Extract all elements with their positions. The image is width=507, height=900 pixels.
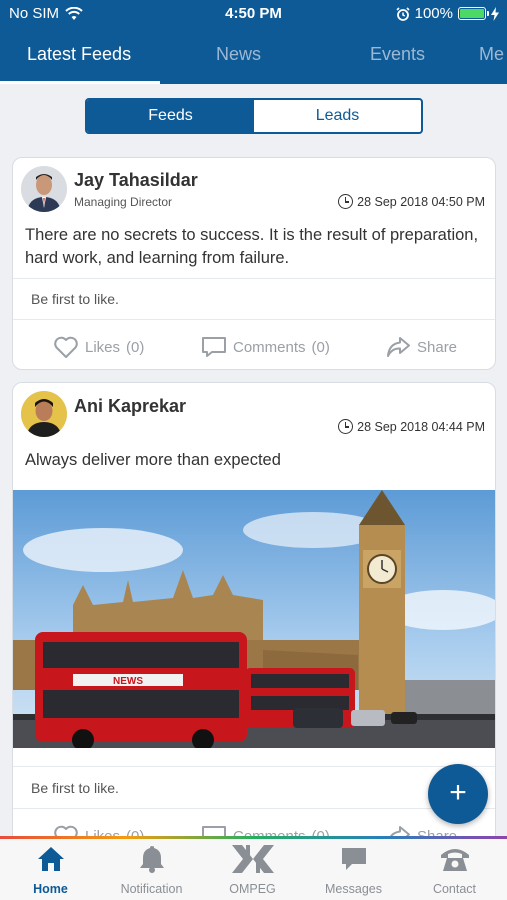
divider xyxy=(13,766,495,767)
share-button[interactable]: Share xyxy=(385,322,458,369)
status-bar-right: 100% xyxy=(396,5,499,22)
like-button[interactable]: Likes (0) xyxy=(53,322,145,369)
alarm-icon xyxy=(396,6,410,21)
like-prompt: Be first to like. xyxy=(31,291,119,307)
author-role: Managing Director xyxy=(74,195,173,209)
author-name[interactable]: Jay Tahasildar xyxy=(74,170,198,191)
charging-bolt-icon xyxy=(491,6,499,21)
add-post-button[interactable]: + xyxy=(428,764,488,824)
share-label: Share xyxy=(417,338,458,356)
top-tab-bar: Latest Feeds News Events Me xyxy=(0,28,507,84)
divider xyxy=(13,808,495,809)
author-photo xyxy=(21,166,67,212)
avatar[interactable] xyxy=(21,166,67,212)
timestamp-text: 28 Sep 2018 04:44 PM xyxy=(357,419,485,434)
clock-icon xyxy=(338,419,354,434)
color-stripe xyxy=(0,836,507,839)
likes-label: Likes xyxy=(85,338,121,356)
tab-more[interactable]: Me xyxy=(479,28,504,84)
london-photo: NEWS xyxy=(13,490,495,748)
comment-icon xyxy=(202,337,226,357)
feed-post-card: Jay Tahasildar Managing Director 28 Sep … xyxy=(12,157,496,370)
battery-icon xyxy=(458,7,489,20)
heart-icon xyxy=(54,336,78,358)
tab-news[interactable]: News xyxy=(216,28,261,84)
like-prompt: Be first to like. xyxy=(31,780,119,796)
active-tab-indicator xyxy=(0,81,160,84)
avatar[interactable] xyxy=(21,391,67,437)
ompeg-logo-icon xyxy=(231,845,274,873)
divider xyxy=(13,278,495,279)
nav-messages[interactable]: Messages xyxy=(303,842,404,896)
divider xyxy=(13,319,495,320)
segment-leads[interactable]: Leads xyxy=(254,100,421,132)
comment-button[interactable]: Comments (0) xyxy=(201,322,330,369)
post-timestamp: 28 Sep 2018 04:50 PM xyxy=(338,194,485,209)
tab-events[interactable]: Events xyxy=(370,28,425,84)
bottom-navigation: Home Notification OMPEG Messages Contact xyxy=(0,836,507,900)
nav-home[interactable]: Home xyxy=(0,842,101,896)
nav-label: Contact xyxy=(432,882,477,896)
nav-ompeg[interactable]: OMPEG xyxy=(202,842,303,896)
nav-label: Notification xyxy=(120,882,183,896)
battery-percent: 100% xyxy=(414,5,453,22)
nav-label: Messages xyxy=(325,882,382,896)
nav-contact[interactable]: Contact xyxy=(404,842,505,896)
phone-icon xyxy=(440,849,469,871)
post-timestamp: 28 Sep 2018 04:44 PM xyxy=(338,419,485,434)
tab-latest-feeds[interactable]: Latest Feeds xyxy=(27,28,131,84)
post-text: Always deliver more than expected xyxy=(25,451,281,469)
nav-label: Home xyxy=(33,882,68,896)
author-name[interactable]: Ani Kaprekar xyxy=(74,396,186,417)
segment-feeds[interactable]: Feeds xyxy=(87,100,254,132)
nav-notification[interactable]: Notification xyxy=(101,842,202,896)
nav-label: OMPEG xyxy=(229,882,276,896)
post-image[interactable]: NEWS xyxy=(13,490,495,748)
feed-post-card: Ani Kaprekar 28 Sep 2018 04:44 PM Always… xyxy=(12,382,496,862)
timestamp-text: 28 Sep 2018 04:50 PM xyxy=(357,194,485,209)
feeds-leads-segmented-control: Feeds Leads xyxy=(85,98,423,134)
comments-label: Comments xyxy=(233,338,306,356)
post-actions: Likes (0) Comments (0) Share xyxy=(13,322,495,369)
post-text: There are no secrets to success. It is t… xyxy=(25,226,479,267)
home-icon xyxy=(37,847,64,871)
status-bar: No SIM 4:50 PM 100% xyxy=(0,0,507,28)
share-icon xyxy=(387,337,410,357)
clock-icon xyxy=(338,194,354,209)
comments-count: (0) xyxy=(311,338,330,356)
bell-icon xyxy=(139,846,164,873)
plus-icon: + xyxy=(449,776,467,809)
likes-count: (0) xyxy=(126,338,145,356)
chat-bubble-icon xyxy=(341,848,366,870)
bus-ad-text: NEWS xyxy=(113,676,143,687)
author-photo xyxy=(21,391,67,437)
